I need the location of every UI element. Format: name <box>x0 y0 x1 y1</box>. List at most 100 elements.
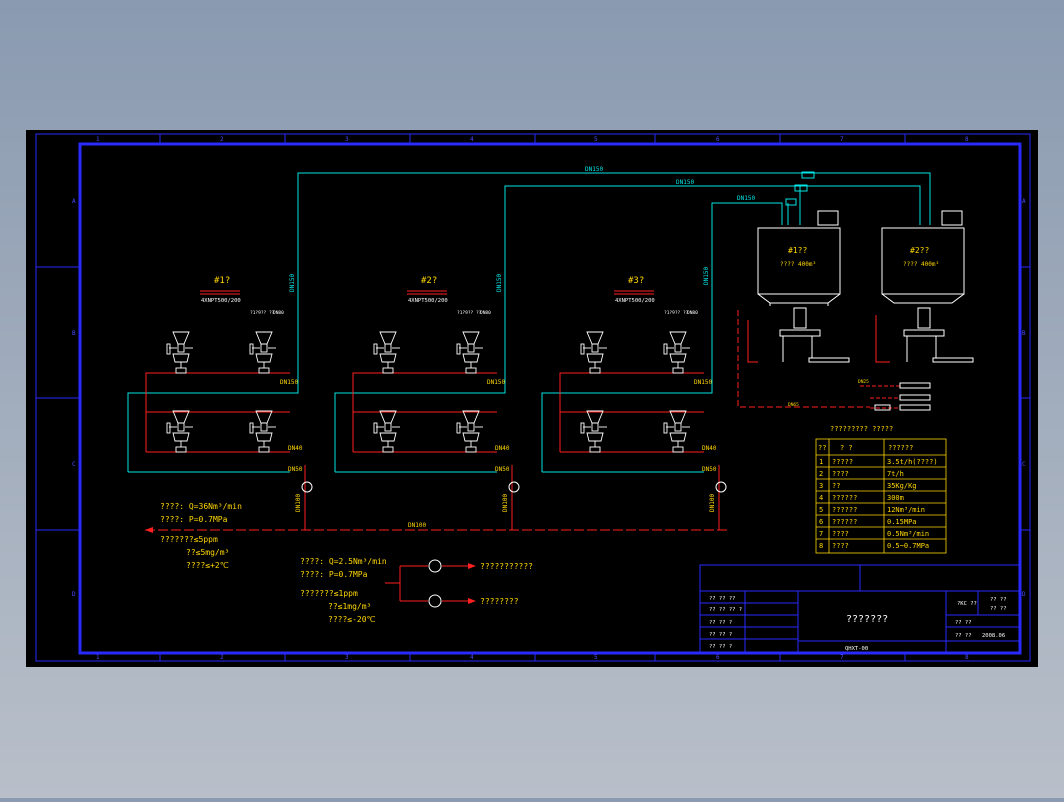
group-1-title: #1? <box>214 276 230 286</box>
drawing-sheet <box>26 130 1038 667</box>
tb-r1c: ?? ?? <box>990 606 1007 612</box>
table-cell: 4 <box>819 494 823 502</box>
ruler-col-8b: 8 <box>965 654 969 661</box>
label-drop-3: DN40 <box>702 445 717 452</box>
table-cell: 3.5t/h(????) <box>887 458 938 466</box>
group-1-model: 4XNPT500/200 <box>201 298 241 304</box>
tb-r1a: ?KC ?? <box>957 601 977 607</box>
table-cell: ?????? <box>832 518 857 526</box>
ruler-row-b-r: B <box>1022 330 1026 337</box>
ruler-col-7: 7 <box>840 136 844 143</box>
table-cell: ?????? <box>832 494 857 502</box>
ruler-col-3b: 3 <box>345 654 349 661</box>
air1-dewpoint: ????≤+2℃ <box>186 561 229 570</box>
ruler-row-d: D <box>72 591 76 598</box>
label-riser-2: DN150 <box>496 274 503 292</box>
group-2-tag2: DN80 <box>480 310 491 316</box>
table-title: ????????? ????? <box>830 425 893 433</box>
ruler-col-1b: 1 <box>96 654 100 661</box>
ruler-row-c: C <box>72 461 76 468</box>
ruler-row-c-r: C <box>1022 461 1026 468</box>
tb-drawing-title: ??????? <box>846 614 888 625</box>
group-3-tag: ?1?9?? ?? <box>664 310 689 316</box>
table-cell: 2 <box>819 470 823 478</box>
tb-row-1: ?? ?? ?? <box>709 596 736 602</box>
label-vert-2: DN100 <box>502 494 509 512</box>
group-2-tag: ?1?9?? ?? <box>457 310 482 316</box>
label-dn-main2: DN150 <box>676 179 694 186</box>
ruler-col-6: 6 <box>716 136 720 143</box>
ruler-col-3: 3 <box>345 136 349 143</box>
ruler-row-a: A <box>72 198 76 205</box>
group-1-tag: ?1?9?? ?? <box>250 310 275 316</box>
air2-oil: ???????≤1ppm <box>300 589 358 598</box>
outlet-2: ???????? <box>480 597 519 606</box>
tb-row-2: ?? ?? ?? ? <box>709 607 742 613</box>
cad-viewport: 1 2 3 4 5 6 7 8 1 2 3 4 5 6 7 8 A B C D … <box>0 0 1064 798</box>
silo-1-capacity: ???? 400m³ <box>780 261 816 268</box>
ruler-col-4b: 4 <box>470 654 474 661</box>
label-branch-3: DN150 <box>694 379 712 386</box>
table-cell: ???? <box>832 530 849 538</box>
drawing-canvas: 1 2 3 4 5 6 7 8 1 2 3 4 5 6 7 8 A B C D … <box>26 130 1038 667</box>
ruler-col-6b: 6 <box>716 654 720 661</box>
air1-pressure: ????: P=0.7MPa <box>160 515 228 524</box>
label-riser-1: DN150 <box>289 274 296 292</box>
ruler-col-7b: 7 <box>840 654 844 661</box>
ruler-col-2: 2 <box>220 136 224 143</box>
label-dn25: DN25 <box>858 379 869 385</box>
air1-flow: ????: Q=36Nm³/min <box>160 502 242 511</box>
table-cell: 8 <box>819 542 823 550</box>
tb-row-3: ?? ?? ? <box>709 620 732 626</box>
group-1-tag2: DN80 <box>273 310 284 316</box>
silo-2-title: #2?? <box>910 246 929 255</box>
label-dn-main3: DN150 <box>737 195 755 202</box>
table-cell: 35Kg/Kg <box>887 482 917 490</box>
tb-date: 2008.06 <box>982 633 1005 639</box>
tb-row-4: ?? ?? ? <box>709 632 732 638</box>
air2-dewpoint: ????≤-20℃ <box>328 615 376 624</box>
outlet-1: ??????????? <box>480 562 533 571</box>
table-cell: 7 <box>819 530 823 538</box>
group-3-tag2: DN80 <box>687 310 698 316</box>
ruler-row-a-r: A <box>1022 198 1026 205</box>
label-branch-2: DN150 <box>487 379 505 386</box>
table-cell: ?????? <box>832 506 857 514</box>
label-branch-1: DN150 <box>280 379 298 386</box>
label-vert-1: DN100 <box>295 494 302 512</box>
th-value: ?????? <box>888 444 913 452</box>
label-drop-2: DN40 <box>495 445 510 452</box>
ruler-col-2b: 2 <box>220 654 224 661</box>
group-2-model: 4XNPT500/200 <box>408 298 448 304</box>
ruler-col-5: 5 <box>594 136 598 143</box>
table-cell: 1 <box>819 458 823 466</box>
label-drop2-1: DN50 <box>288 466 303 473</box>
th-no: ?? <box>818 444 826 452</box>
silo-2-capacity: ???? 400m³ <box>903 261 939 268</box>
label-dn-main1: DN150 <box>585 166 603 173</box>
group-2-title: #2? <box>421 276 437 286</box>
air2-dust: ??≤1mg/m³ <box>328 602 371 611</box>
label-header: DN100 <box>408 522 426 529</box>
label-drop2-3: DN50 <box>702 466 717 473</box>
group-3-model: 4XNPT500/200 <box>615 298 655 304</box>
group-3-title: #3? <box>628 276 644 286</box>
ruler-col-8: 8 <box>965 136 969 143</box>
ruler-col-5b: 5 <box>594 654 598 661</box>
silo-1-title: #1?? <box>788 246 807 255</box>
label-drop-1: DN40 <box>288 445 303 452</box>
label-vert-3: DN100 <box>709 494 716 512</box>
table-cell: ?? <box>832 482 840 490</box>
tb-row-5: ?? ?? ? <box>709 644 732 650</box>
table-cell: 0.5~0.7MPa <box>887 542 929 550</box>
table-cell: 12Nm³/min <box>887 506 925 514</box>
ruler-row-d-r: D <box>1022 591 1026 598</box>
ruler-col-1: 1 <box>96 136 100 143</box>
table-cell: 0.5Nm³/min <box>887 530 929 538</box>
tb-drawing-no: QHXT-00 <box>845 646 868 652</box>
air2-flow: ????: Q=2.5Nm³/min <box>300 557 387 566</box>
ruler-row-b: B <box>72 330 76 337</box>
tb-date-label: ?? ?? <box>955 633 972 639</box>
label-riser-3: DN150 <box>703 267 710 285</box>
table-cell: 6 <box>819 518 823 526</box>
